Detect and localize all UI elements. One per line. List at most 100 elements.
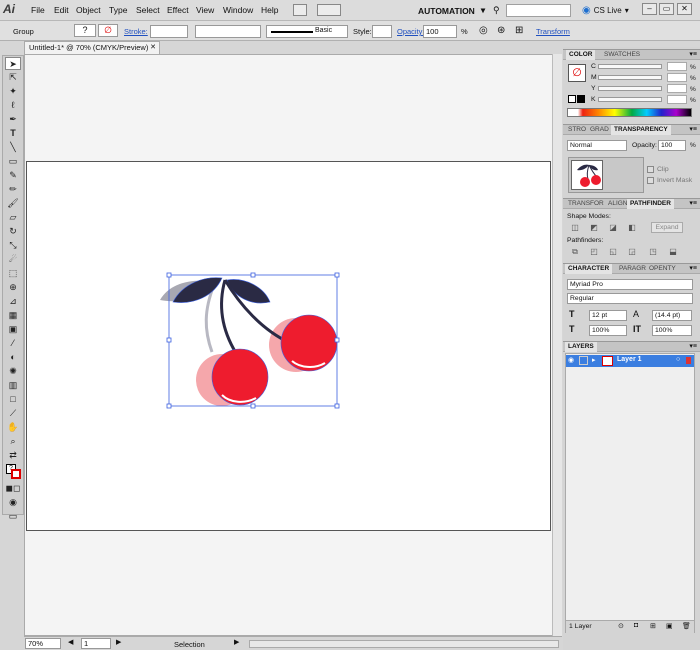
handle-bottom-middle <box>250 403 256 409</box>
panel-menu-icon[interactable]: ▾≡ <box>689 264 697 274</box>
exclude-icon[interactable]: ◧ <box>626 222 638 233</box>
channel-y-label: Y <box>591 85 596 92</box>
status-bar: 70% ◀ 1 ▶ Selection ▶ <box>24 636 562 650</box>
panel-menu-icon[interactable]: ▾≡ <box>689 342 697 352</box>
handle-top-left <box>166 272 172 278</box>
vertical-scale-field[interactable]: 100% <box>652 325 692 336</box>
tab-transparency[interactable]: TRANSPARENCY <box>611 125 671 135</box>
unite-icon[interactable]: ◫ <box>569 222 581 233</box>
font-size-field[interactable]: 12 pt <box>589 310 627 321</box>
panel-menu-icon[interactable]: ▾≡ <box>689 125 697 135</box>
panel-menu-icon[interactable]: ▾≡ <box>689 199 697 209</box>
tab-paragraph[interactable]: PARAGR <box>616 264 649 274</box>
color-stroke-none-swatch[interactable]: ∅ <box>568 64 586 82</box>
horizontal-scale-field[interactable]: 100% <box>589 325 627 336</box>
crop-icon[interactable]: ◲ <box>626 246 638 257</box>
cherry-left <box>211 348 269 406</box>
vertical-scrollbar[interactable] <box>552 54 562 636</box>
trim-icon[interactable]: ◰ <box>588 246 600 257</box>
layers-list: ◉ ▸ Layer 1 ○ 1 Layer ⊙ ◘ ⊞ ▣ 🗑 <box>565 353 695 633</box>
handle-top-middle <box>250 272 256 278</box>
tab-pathfinder[interactable]: PATHFINDER <box>627 199 674 209</box>
divide-icon[interactable]: ⧉ <box>569 246 581 257</box>
slider-c[interactable] <box>598 64 662 69</box>
layers-panel-tabs: LAYERS ▾≡ <box>563 341 700 352</box>
blend-mode-dropdown[interactable]: Normal <box>567 140 627 151</box>
clip-label: Clip <box>657 166 669 173</box>
tab-transform[interactable]: TRANSFOR <box>565 199 607 209</box>
handle-bottom-left <box>166 403 172 409</box>
handle-top-right <box>334 272 340 278</box>
invert-mask-label: Invert Mask <box>657 177 693 184</box>
lock-toggle[interactable] <box>579 356 588 365</box>
transparency-thumbnail-area <box>568 157 644 193</box>
leading-icon: A <box>633 309 640 319</box>
channel-m-label: M <box>591 74 597 81</box>
tab-character[interactable]: CHARACTER <box>565 264 613 274</box>
create-sublayer-icon[interactable]: ⊞ <box>650 622 656 630</box>
color-spectrum-bar[interactable] <box>567 108 692 117</box>
panel-menu-icon[interactable]: ▾≡ <box>689 50 697 60</box>
white-swatch[interactable] <box>568 95 576 103</box>
make-clipping-mask-icon[interactable]: ◘ <box>634 622 638 629</box>
tab-layers[interactable]: LAYERS <box>565 342 597 352</box>
handle-middle-left <box>166 337 172 343</box>
cherry-thumbnail-icon <box>577 164 601 187</box>
value-k[interactable] <box>667 95 687 104</box>
invert-mask-checkbox[interactable] <box>647 177 654 184</box>
expand-triangle-icon[interactable]: ▸ <box>592 356 596 364</box>
font-family-dropdown[interactable]: Myriad Pro <box>567 279 693 290</box>
minus-back-icon[interactable]: ⬓ <box>667 246 679 257</box>
handle-bottom-right <box>334 403 340 409</box>
slider-k[interactable] <box>598 97 662 102</box>
locate-object-icon[interactable]: ⊙ <box>618 622 624 630</box>
pathfinder-panel-tabs: TRANSFOR ALIGN PATHFINDER ▾≡ <box>563 198 700 209</box>
cherry-right <box>280 314 338 372</box>
transparency-opacity-label: Opacity: <box>632 142 657 149</box>
value-y[interactable] <box>667 84 687 93</box>
tab-color[interactable]: COLOR <box>566 50 596 60</box>
handle-middle-right <box>334 337 340 343</box>
clip-checkbox[interactable] <box>647 166 654 173</box>
zoom-dropdown[interactable]: 70% <box>25 638 61 649</box>
tab-swatches[interactable]: SWATCHES <box>601 50 643 60</box>
transparency-opacity-field[interactable]: 100 <box>658 140 686 151</box>
layer-thumbnail <box>602 356 613 366</box>
visibility-eye-icon[interactable]: ◉ <box>568 356 574 364</box>
object-thumbnail[interactable] <box>571 160 603 190</box>
merge-icon[interactable]: ◱ <box>607 246 619 257</box>
font-style-dropdown[interactable]: Regular <box>567 293 693 304</box>
leading-field[interactable]: (14.4 pt) <box>652 310 692 321</box>
tab-gradient[interactable]: GRAD <box>587 125 612 135</box>
expand-button[interactable]: Expand <box>651 222 683 233</box>
black-swatch[interactable] <box>577 95 585 103</box>
next-artboard-icon[interactable]: ▶ <box>116 638 121 646</box>
tab-opentype[interactable]: OPENTY <box>646 264 679 274</box>
channel-c-label: C <box>591 63 596 70</box>
value-c[interactable] <box>667 62 687 71</box>
layer-name[interactable]: Layer 1 <box>617 356 642 363</box>
first-artboard-icon[interactable]: ◀ <box>68 638 73 646</box>
outline-icon[interactable]: ◳ <box>647 246 659 257</box>
horizontal-scrollbar[interactable] <box>249 640 559 648</box>
value-m[interactable] <box>667 73 687 82</box>
status-mode-label: Selection <box>174 640 205 649</box>
shape-modes-label: Shape Modes: <box>567 213 611 220</box>
minus-front-icon[interactable]: ◩ <box>588 222 600 233</box>
slider-y[interactable] <box>598 86 662 91</box>
artboard-number-field[interactable]: 1 <box>81 638 111 649</box>
slider-m[interactable] <box>598 75 662 80</box>
intersect-icon[interactable]: ◪ <box>607 222 619 233</box>
tab-stroke[interactable]: STRO <box>565 125 589 135</box>
target-icon[interactable]: ○ <box>676 356 680 363</box>
delete-layer-icon[interactable]: 🗑 <box>682 622 691 630</box>
layer-count: 1 Layer <box>569 623 592 630</box>
layer-row[interactable]: ◉ ▸ Layer 1 ○ <box>566 355 694 367</box>
status-menu-arrow-icon[interactable]: ▶ <box>234 638 239 646</box>
create-new-layer-icon[interactable]: ▣ <box>666 622 672 630</box>
horizontal-scale-icon: T <box>569 324 575 334</box>
cherry-artwork[interactable] <box>160 277 338 406</box>
pathfinders-label: Pathfinders: <box>567 237 604 244</box>
selection-indicator <box>686 357 691 364</box>
channel-k-label: K <box>591 96 596 103</box>
